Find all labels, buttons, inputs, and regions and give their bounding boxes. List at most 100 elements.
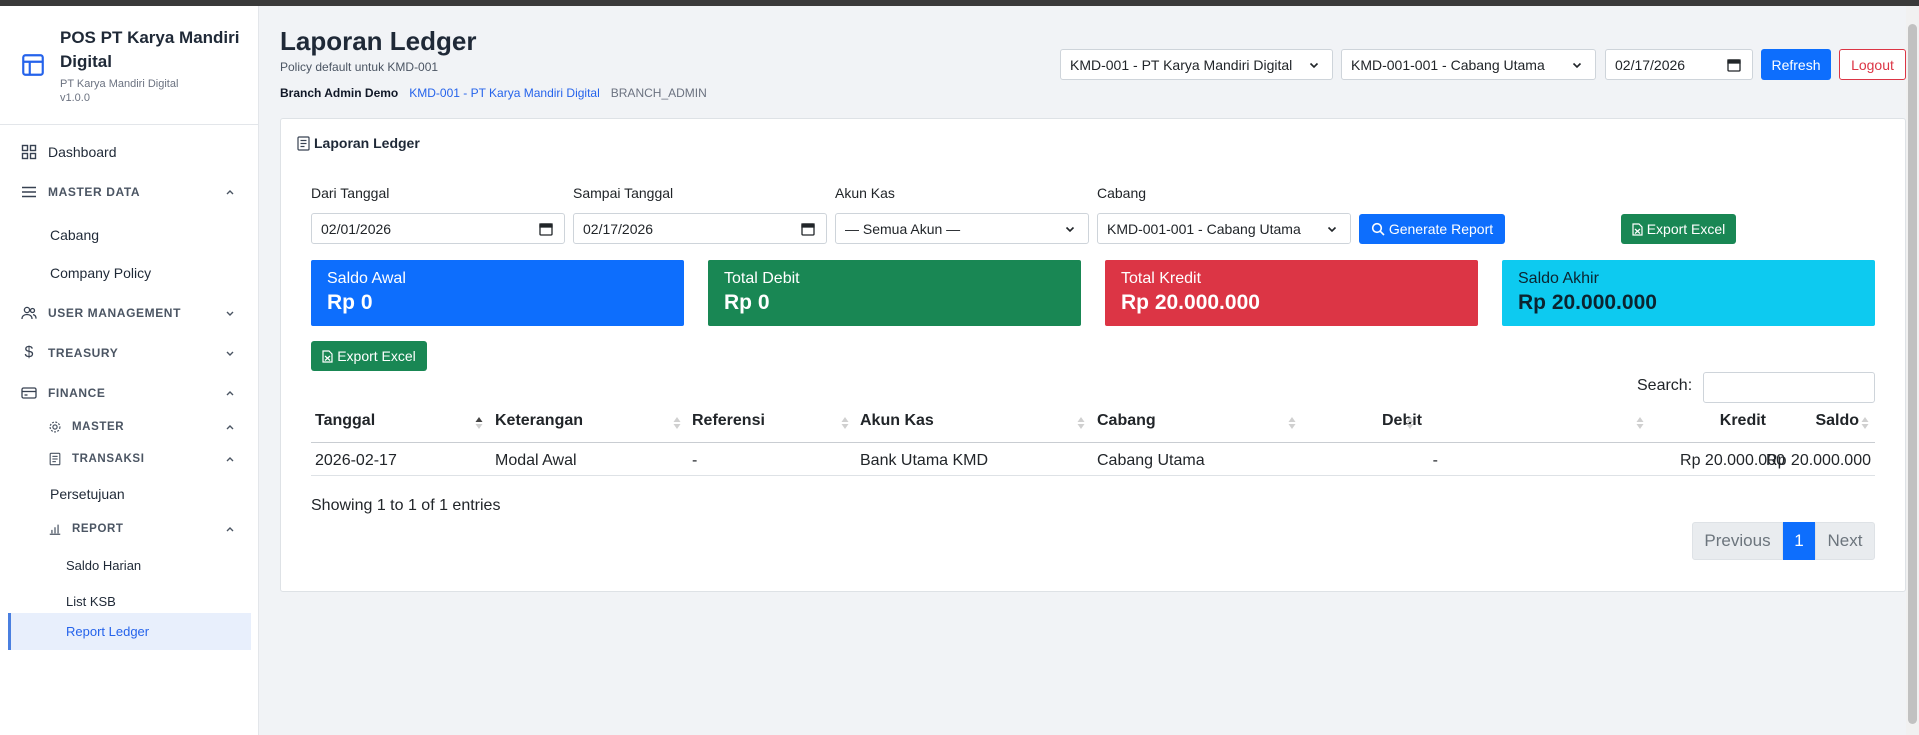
sidebar-section-label: FINANCE xyxy=(48,386,106,400)
generate-report-button[interactable]: Generate Report xyxy=(1359,214,1505,244)
chevron-up-icon xyxy=(226,527,234,532)
sort-icon[interactable] xyxy=(1077,416,1085,430)
stat-label: Saldo Akhir xyxy=(1518,270,1599,287)
sidebar-item-label: Report Ledger xyxy=(66,624,150,639)
chevron-up-icon xyxy=(226,190,234,195)
cell-akun-kas: Bank Utama KMD xyxy=(860,452,989,469)
account-select-value: — Semua Akun — xyxy=(845,220,961,237)
sidebar-item-persetujuan[interactable]: Persetujuan xyxy=(0,478,259,510)
column-header-tanggal[interactable]: Tanggal xyxy=(315,403,375,439)
branch-select[interactable]: KMD-001-001 - Cabang Utama xyxy=(1341,49,1596,80)
cell-referensi: - xyxy=(692,452,698,469)
refresh-button[interactable]: Refresh xyxy=(1761,49,1831,80)
stat-total-debit: Total Debit Rp 0 xyxy=(708,260,1081,326)
sidebar-section-user-management[interactable]: USER MANAGEMENT xyxy=(0,297,259,329)
excel-file-icon xyxy=(1632,222,1643,236)
pagination-previous[interactable]: Previous xyxy=(1692,522,1783,560)
layout-icon xyxy=(22,54,44,76)
column-header-saldo[interactable]: Saldo xyxy=(1653,403,1859,439)
scrollbar-thumb[interactable] xyxy=(1908,24,1917,724)
user-name: Branch Admin Demo xyxy=(280,86,399,100)
sidebar-item-cabang[interactable]: Cabang xyxy=(0,219,259,251)
generate-report-label: Generate Report xyxy=(1388,221,1494,237)
sidebar-item-dashboard[interactable]: Dashboard xyxy=(0,136,259,168)
sidebar-section-label: MASTER DATA xyxy=(48,185,141,199)
company-select-value: KMD-001 - PT Karya Mandiri Digital xyxy=(1070,56,1293,73)
pagination-page-1[interactable]: 1 xyxy=(1783,522,1815,560)
stat-value: Rp 20.000.000 xyxy=(1518,291,1657,314)
search-input[interactable] xyxy=(1703,372,1875,403)
from-date-input[interactable]: 02/01/2026 xyxy=(311,213,565,244)
sidebar-item-company-policy[interactable]: Company Policy xyxy=(0,257,259,289)
export-excel-button-table[interactable]: Export Excel xyxy=(311,341,427,371)
branch-select-value: KMD-001-001 - Cabang Utama xyxy=(1351,56,1545,73)
sidebar-item-label: Saldo Harian xyxy=(66,557,142,573)
sidebar-subsection-report[interactable]: REPORT xyxy=(0,513,259,545)
from-date-label: Dari Tanggal xyxy=(311,185,390,201)
sort-icon[interactable] xyxy=(1636,416,1644,430)
page-scrollbar[interactable] xyxy=(1906,6,1919,735)
sidebar-section-finance[interactable]: FINANCE xyxy=(0,377,259,409)
sort-icon[interactable] xyxy=(673,416,681,430)
stat-label: Saldo Awal xyxy=(327,270,406,287)
sidebar: POS PT Karya Mandiri Digital PT Karya Ma… xyxy=(0,6,259,735)
stat-value: Rp 20.000.000 xyxy=(1121,291,1260,314)
sort-icon[interactable] xyxy=(1861,416,1869,430)
export-excel-button-top[interactable]: Export Excel xyxy=(1621,214,1736,244)
table-info: Showing 1 to 1 of 1 entries xyxy=(311,497,501,514)
sidebar-item-label: Dashboard xyxy=(48,144,117,160)
branch-filter-select[interactable]: KMD-001-001 - Cabang Utama xyxy=(1097,213,1351,244)
document-icon xyxy=(297,135,310,151)
sort-icon[interactable] xyxy=(475,416,483,430)
sidebar-subsection-transaksi[interactable]: TRANSAKSI xyxy=(0,443,259,475)
company-select[interactable]: KMD-001 - PT Karya Mandiri Digital xyxy=(1060,49,1333,80)
sidebar-item-saldo-harian[interactable]: Saldo Harian xyxy=(0,549,259,581)
logout-button[interactable]: Logout xyxy=(1839,49,1906,80)
export-excel-label: Export Excel xyxy=(1646,221,1726,237)
sort-icon[interactable] xyxy=(1288,416,1296,430)
sidebar-item-report-ledger[interactable]: Report Ledger xyxy=(8,613,251,650)
report-card: Laporan Ledger Dari Tanggal 02/01/2026 S… xyxy=(280,118,1906,592)
column-header-akun-kas[interactable]: Akun Kas xyxy=(860,403,934,439)
page-title: Laporan Ledger xyxy=(280,26,477,56)
sidebar-item-label: Persetujuan xyxy=(50,486,125,502)
sidebar-subsection-label: MASTER xyxy=(72,421,125,433)
window-top-bar xyxy=(0,0,1919,6)
chevron-down-icon xyxy=(1065,226,1075,233)
sort-icon[interactable] xyxy=(1406,416,1414,430)
sidebar-section-label: USER MANAGEMENT xyxy=(48,306,182,320)
sidebar-subsection-label: REPORT xyxy=(72,523,124,535)
column-header-cabang[interactable]: Cabang xyxy=(1097,403,1156,439)
stat-label: Total Kredit xyxy=(1121,270,1202,287)
chevron-down-icon xyxy=(1572,62,1582,69)
user-info: Branch Admin Demo KMD-001 - PT Karya Man… xyxy=(280,86,707,100)
user-role: BRANCH_ADMIN xyxy=(610,86,707,100)
sidebar-section-treasury[interactable]: $ TREASURY xyxy=(0,337,259,369)
excel-file-icon xyxy=(322,349,333,363)
to-date-input[interactable]: 02/17/2026 xyxy=(573,213,827,244)
stat-saldo-akhir: Saldo Akhir Rp 20.000.000 xyxy=(1502,260,1875,326)
sidebar-section-master-data[interactable]: MASTER DATA xyxy=(0,176,259,208)
bar-chart-icon xyxy=(49,524,61,535)
chevron-down-icon xyxy=(226,351,234,356)
sidebar-subsection-master[interactable]: MASTER xyxy=(0,411,259,443)
column-header-keterangan[interactable]: Keterangan xyxy=(495,403,583,439)
pagination-next[interactable]: Next xyxy=(1815,522,1875,560)
page-subtitle: Policy default untuk KMD-001 xyxy=(280,60,439,74)
column-header-referensi[interactable]: Referensi xyxy=(692,403,765,439)
stat-value: Rp 0 xyxy=(327,291,373,314)
sort-icon[interactable] xyxy=(841,416,849,430)
cell-debit: - xyxy=(1432,452,1438,469)
gear-icon xyxy=(49,421,61,433)
column-header-debit[interactable]: Debit xyxy=(1305,403,1422,439)
from-date-value: 02/01/2026 xyxy=(321,220,392,237)
table-row-divider xyxy=(311,475,1875,476)
stat-value: Rp 0 xyxy=(724,291,770,314)
cell-tanggal: 2026-02-17 xyxy=(315,452,397,469)
stat-saldo-awal: Saldo Awal Rp 0 xyxy=(311,260,684,326)
date-input[interactable]: 02/17/2026 xyxy=(1605,49,1753,80)
chevron-up-icon xyxy=(226,391,234,396)
export-excel-label: Export Excel xyxy=(337,348,416,364)
grid-icon xyxy=(21,144,37,160)
account-select[interactable]: — Semua Akun — xyxy=(835,213,1089,244)
